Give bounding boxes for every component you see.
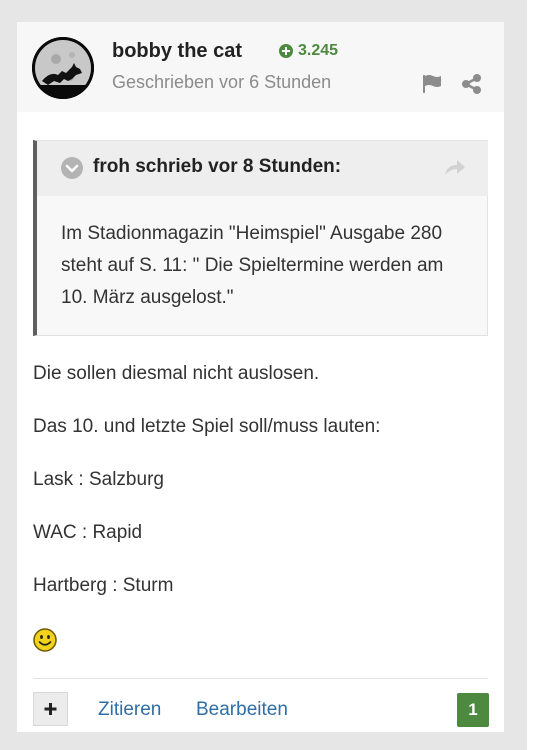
plus-icon: [44, 703, 57, 715]
reputation-value: 3.245: [298, 42, 339, 59]
reaction-count-badge[interactable]: 1: [457, 693, 489, 727]
post-header: bobby the cat 3.245 Geschrieben vor 6 St…: [17, 22, 504, 112]
post-timestamp[interactable]: Geschrieben vor 6 Stunden: [112, 72, 331, 93]
post-text-line: Die sollen diesmal nicht auslosen.: [33, 363, 320, 384]
post-text-line: Hartberg : Sturm: [33, 575, 174, 596]
scrollbar[interactable]: [527, 0, 535, 750]
post-text-line: Das 10. und letzte Spiel soll/muss laute…: [33, 416, 381, 437]
divider: [33, 678, 488, 679]
edit-button[interactable]: Bearbeiten: [196, 699, 288, 721]
quote-block: froh schrieb vor 8 Stunden: Im Stadionma…: [33, 140, 488, 336]
chevron-down-icon: [65, 164, 79, 173]
reply-arrow-icon[interactable]: [443, 157, 467, 177]
quote-text: Im Stadionmagazin "Heimspiel" Ausgabe 28…: [61, 223, 444, 308]
cat-moon-avatar-image: [32, 37, 94, 99]
author-name[interactable]: bobby the cat: [112, 40, 242, 63]
reputation-badge: 3.245: [279, 42, 338, 60]
quote-header: froh schrieb vor 8 Stunden:: [37, 141, 488, 196]
plus-circle-icon: [279, 44, 293, 58]
smiley-icon: [33, 628, 57, 652]
quote-citation[interactable]: froh schrieb vor 8 Stunden:: [93, 156, 341, 178]
share-icon[interactable]: [461, 73, 483, 95]
quote-button[interactable]: Zitieren: [98, 699, 161, 721]
post-card: bobby the cat 3.245 Geschrieben vor 6 St…: [17, 22, 504, 732]
more-options-button[interactable]: [33, 692, 68, 726]
avatar[interactable]: [32, 37, 94, 99]
post-text-line: Lask : Salzburg: [33, 469, 164, 490]
post-text-line: WAC : Rapid: [33, 522, 143, 543]
quote-toggle[interactable]: [61, 157, 83, 179]
page: bobby the cat 3.245 Geschrieben vor 6 St…: [0, 0, 535, 750]
flag-icon[interactable]: [421, 74, 443, 94]
